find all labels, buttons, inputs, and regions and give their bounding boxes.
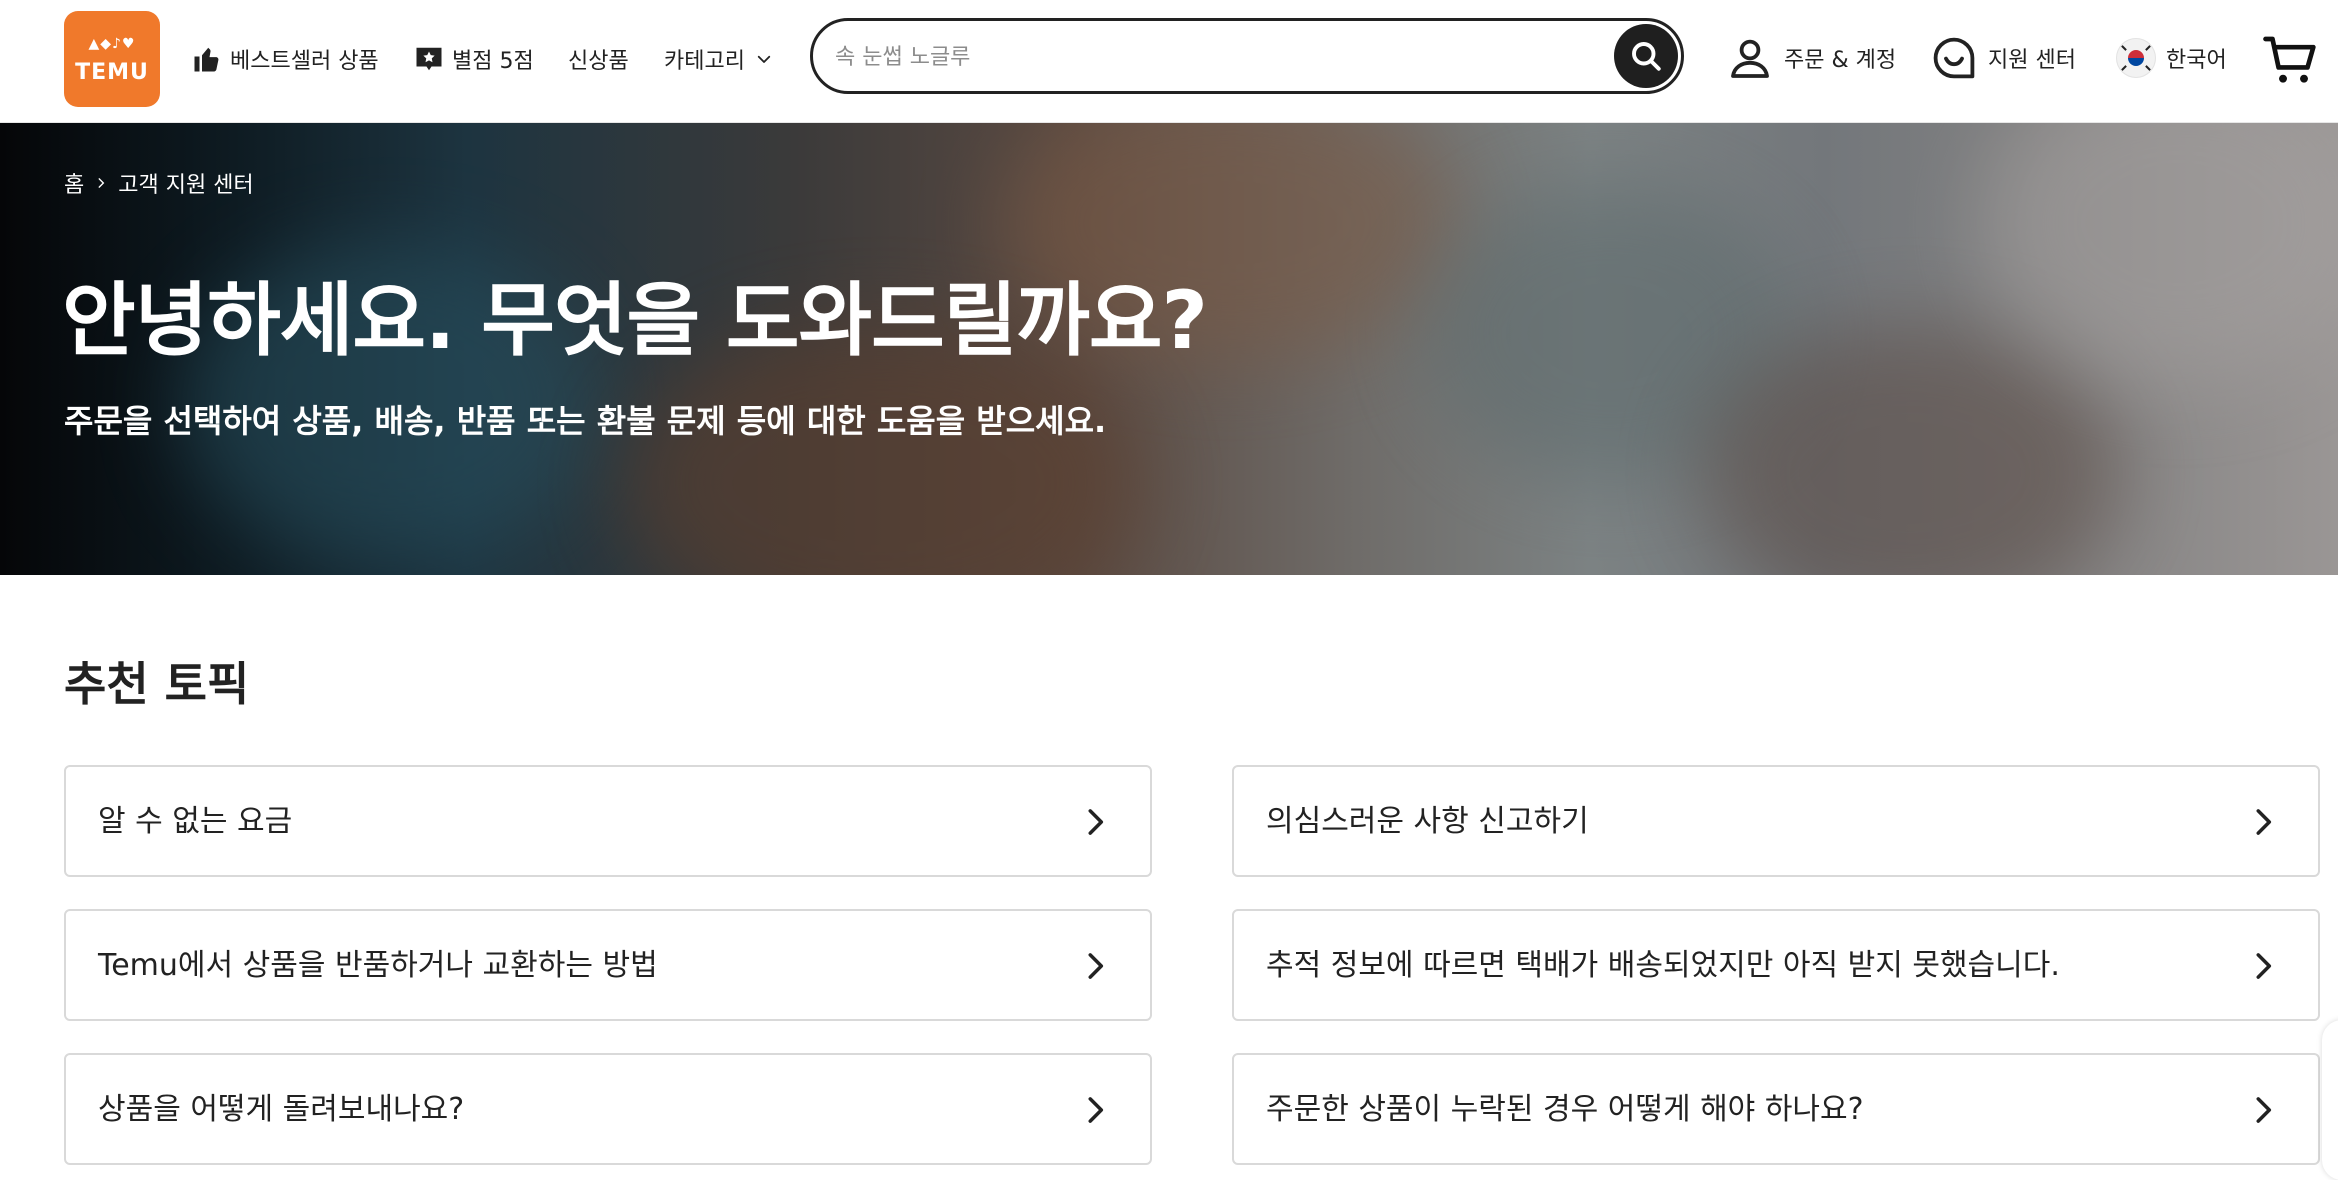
page-subtitle: 주문을 선택하여 상품, 배송, 반품 또는 환불 문제 등에 대한 도움을 받…: [64, 402, 1107, 440]
nav-five-star[interactable]: 별점 5점: [414, 40, 534, 78]
nav-bestsellers[interactable]: 베스트셀러 상품: [192, 40, 379, 78]
topic-card[interactable]: 의심스러운 사항 신고하기: [1232, 765, 2320, 877]
breadcrumb-home[interactable]: 홈: [64, 167, 84, 199]
topic-label: 의심스러운 사항 신고하기: [1266, 804, 1589, 839]
breadcrumb: 홈 고객 지원 센터: [64, 167, 254, 199]
topic-label: Temu에서 상품을 반품하거나 교환하는 방법: [98, 948, 658, 983]
language-selector[interactable]: 한국어: [2116, 28, 2227, 88]
topic-label: 추적 정보에 따르면 택배가 배송되었지만 아직 받지 못했습니다.: [1266, 948, 2060, 983]
nav-five-star-label: 별점 5점: [452, 49, 534, 74]
chat-bubble-icon: [1933, 37, 1975, 79]
temu-logo[interactable]: ▲◆♪♥ TEMU: [64, 11, 160, 107]
chevron-right-icon: [1088, 1097, 1104, 1123]
nav-bestsellers-label: 베스트셀러 상품: [230, 49, 379, 74]
language-label: 한국어: [2166, 48, 2227, 73]
topic-card[interactable]: 상품을 어떻게 돌려보내나요?: [64, 1053, 1152, 1165]
floating-side-tab[interactable]: [2322, 1020, 2338, 1180]
chevron-down-icon: [757, 55, 771, 63]
korea-flag-icon: [2116, 38, 2156, 78]
nav-new-arrivals[interactable]: 신상품: [568, 40, 629, 78]
breadcrumb-current: 고객 지원 센터: [118, 173, 254, 198]
chevron-right-icon: [2256, 1097, 2272, 1123]
support-center-label: 지원 센터: [1988, 48, 2076, 73]
logo-wordmark: TEMU: [75, 60, 149, 85]
search-button[interactable]: [1614, 24, 1678, 88]
topic-label: 알 수 없는 요금: [98, 804, 293, 839]
page-title: 안녕하세요. 무엇을 도와드릴까요?: [62, 274, 1208, 367]
chevron-right-icon: [2256, 953, 2272, 979]
chevron-right-icon: [1088, 953, 1104, 979]
recommended-topics-title: 추천 토픽: [64, 657, 250, 711]
logo-mascot-icons: ▲◆♪♥: [88, 36, 136, 52]
top-header: ▲◆♪♥ TEMU 베스트셀러 상품 별점 5점 신상품 카테고리 속 눈썹 노…: [0, 0, 2338, 123]
chevron-right-icon: [1088, 809, 1104, 835]
cart-icon[interactable]: [2262, 32, 2318, 88]
nav-new-arrivals-label: 신상품: [568, 49, 629, 74]
topic-card[interactable]: Temu에서 상품을 반품하거나 교환하는 방법: [64, 909, 1152, 1021]
topic-card[interactable]: 주문한 상품이 누락된 경우 어떻게 해야 하나요?: [1232, 1053, 2320, 1165]
search-input[interactable]: [833, 33, 1577, 81]
thumbs-up-icon: [194, 47, 219, 72]
hero-banner: 홈 고객 지원 센터 안녕하세요. 무엇을 도와드릴까요? 주문을 선택하여 상…: [0, 123, 2338, 575]
topic-label: 상품을 어떻게 돌려보내나요?: [98, 1092, 465, 1127]
nav-categories[interactable]: 카테고리: [664, 40, 773, 78]
hero-background-blur: [1980, 123, 2338, 383]
support-center-link[interactable]: 지원 센터: [1930, 28, 2076, 88]
orders-account-link[interactable]: 주문 & 계정: [1726, 28, 1896, 88]
orders-account-label: 주문 & 계정: [1784, 48, 1897, 73]
search-icon: [1632, 42, 1661, 71]
nav-categories-label: 카테고리: [664, 49, 745, 74]
topic-card[interactable]: 알 수 없는 요금: [64, 765, 1152, 877]
star-badge-icon: [416, 47, 442, 71]
chevron-right-icon: [2256, 809, 2272, 835]
user-icon: [1731, 39, 1769, 78]
breadcrumb-separator-icon: [94, 176, 108, 190]
search-bar: [810, 18, 1684, 94]
topic-card[interactable]: 추적 정보에 따르면 택배가 배송되었지만 아직 받지 못했습니다.: [1232, 909, 2320, 1021]
topic-label: 주문한 상품이 누락된 경우 어떻게 해야 하나요?: [1266, 1092, 1864, 1127]
